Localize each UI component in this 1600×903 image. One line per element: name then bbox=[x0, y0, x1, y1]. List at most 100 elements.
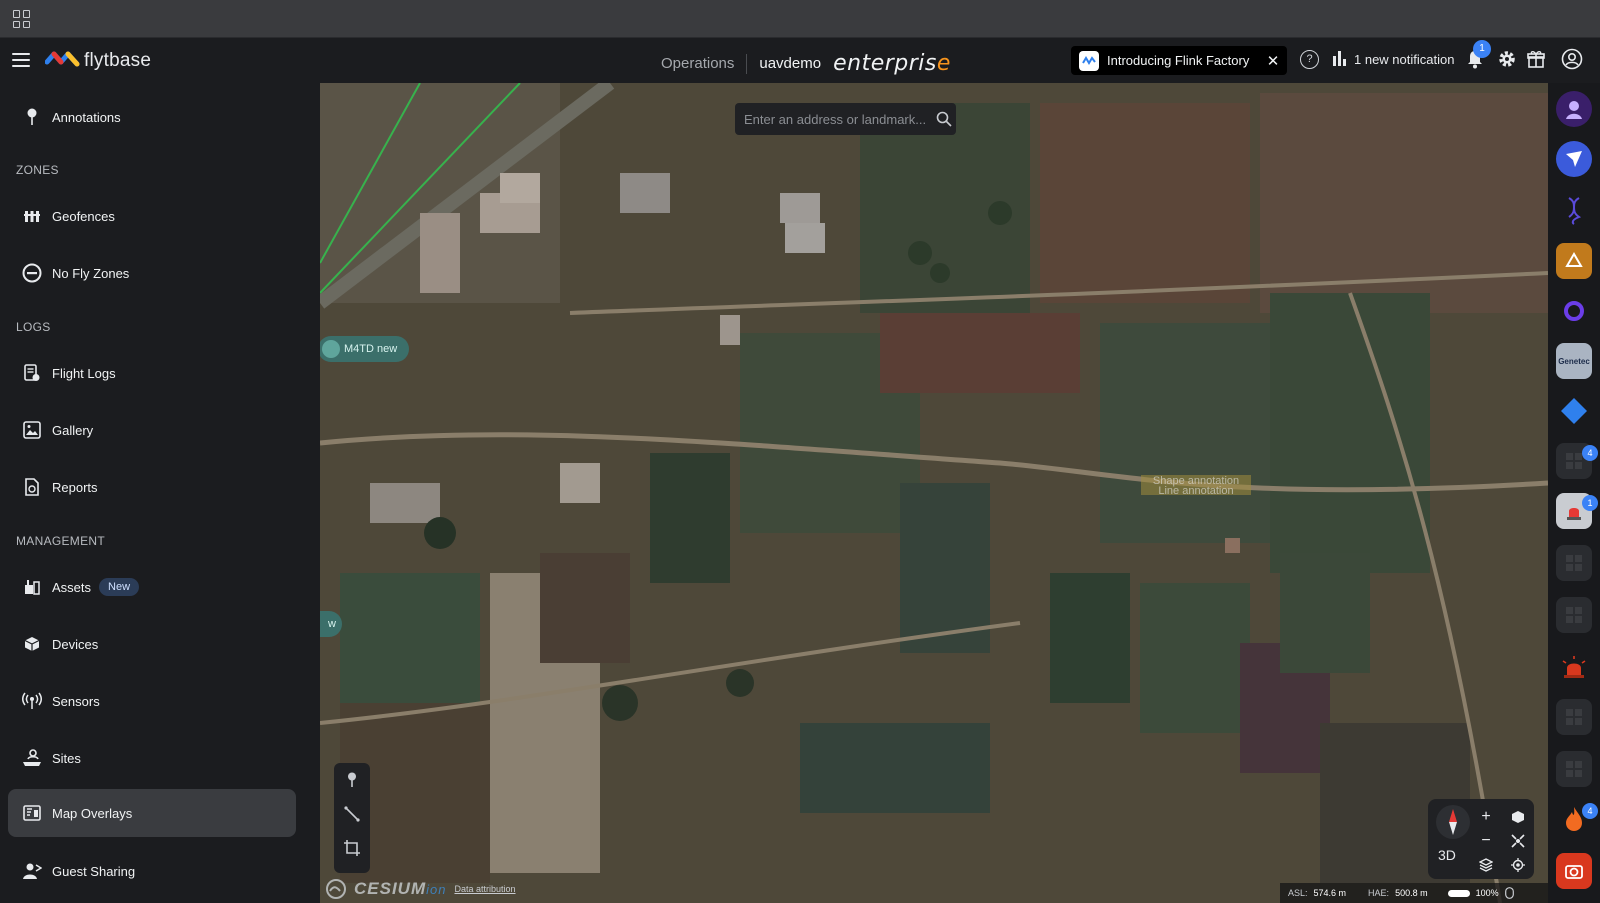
asset-marker-label: w bbox=[328, 618, 336, 630]
ring-logo-icon[interactable] bbox=[1556, 293, 1592, 329]
cesium-attribution: CESIUMion Data attribution bbox=[326, 879, 516, 899]
sidebar-item-assets[interactable]: Assets New bbox=[8, 563, 296, 611]
sidebar-item-annotations[interactable]: Annotations bbox=[8, 93, 296, 141]
draw-line-icon[interactable] bbox=[334, 797, 370, 831]
guest-share-icon bbox=[22, 861, 42, 881]
search-input[interactable]: Enter an address or landmark... bbox=[744, 112, 932, 127]
annotation-label[interactable]: Shape annotation Line annotation bbox=[1141, 475, 1251, 497]
sidebar-item-geofences[interactable]: Geofences bbox=[8, 192, 296, 240]
gear-icon[interactable] bbox=[1497, 49, 1517, 69]
satellite-imagery bbox=[320, 83, 1548, 903]
sidebar-item-label: Map Overlays bbox=[52, 805, 133, 821]
user-avatar-icon[interactable] bbox=[1561, 48, 1583, 70]
send-plane-icon[interactable] bbox=[1556, 141, 1592, 177]
geofence-icon bbox=[22, 206, 42, 226]
draw-marker-icon[interactable] bbox=[334, 763, 370, 797]
sidebar-item-map-overlays[interactable]: Map Overlays bbox=[8, 789, 296, 837]
genetec-logo-icon[interactable]: Genetec bbox=[1556, 343, 1592, 379]
search-icon[interactable] bbox=[932, 111, 956, 127]
org-name[interactable]: uavdemo bbox=[759, 55, 821, 72]
integration-placeholder-icon[interactable] bbox=[1556, 545, 1592, 581]
locate-icon[interactable] bbox=[1508, 855, 1528, 875]
no-entry-icon bbox=[22, 263, 42, 283]
flytbase-mark-icon bbox=[45, 51, 80, 67]
sidebar-item-label: Guest Sharing bbox=[52, 863, 136, 879]
3d-cube-icon[interactable] bbox=[1508, 807, 1528, 827]
section-heading-logs: LOGS bbox=[16, 320, 51, 334]
brand-name: flytbase bbox=[84, 50, 152, 71]
diamond-logo-icon[interactable] bbox=[1556, 393, 1592, 429]
gift-icon[interactable] bbox=[1526, 49, 1546, 69]
data-attribution-link[interactable]: Data attribution bbox=[454, 884, 515, 894]
notification-summary[interactable]: 1 new notification bbox=[1354, 52, 1454, 67]
rail-count-badge: 4 bbox=[1582, 445, 1598, 461]
draw-polygon-icon[interactable] bbox=[334, 831, 370, 865]
sidebar-item-label: Annotations bbox=[52, 109, 121, 125]
context-nav: Operations uavdemo enterprise bbox=[661, 51, 951, 76]
asl-value: 574.6 m bbox=[1313, 888, 1347, 898]
asset-marker[interactable]: M4TD new bbox=[320, 336, 410, 362]
3d-mode-toggle[interactable]: 3D bbox=[1438, 847, 1456, 863]
hae-value: 500.8 m bbox=[1395, 888, 1428, 898]
camera-alert-icon[interactable] bbox=[1556, 853, 1592, 889]
fit-extent-icon[interactable] bbox=[1508, 831, 1528, 851]
integrations-rail: Genetec 4 1 4 bbox=[1548, 83, 1600, 903]
image-icon bbox=[22, 420, 42, 440]
flight-log-icon bbox=[22, 363, 42, 383]
cesium-brand: CESIUMion bbox=[354, 879, 446, 899]
operations-link[interactable]: Operations bbox=[661, 55, 734, 72]
close-icon[interactable]: ✕ bbox=[1259, 52, 1287, 70]
antenna-icon bbox=[22, 691, 42, 711]
tier-accent-letter: e bbox=[936, 51, 951, 76]
app-header: flytbase Operations uavdemo enterprise I… bbox=[0, 38, 1600, 83]
sidebar-item-reports[interactable]: Reports bbox=[8, 463, 296, 511]
location-pin-icon bbox=[322, 340, 340, 358]
sidebar-item-label: Sensors bbox=[52, 693, 100, 709]
promo-text: Introducing Flink Factory bbox=[1107, 53, 1250, 68]
integration-placeholder-icon[interactable] bbox=[1556, 699, 1592, 735]
integration-placeholder-icon[interactable] bbox=[1556, 597, 1592, 633]
sidebar-item-label: No Fly Zones bbox=[52, 265, 130, 281]
dna-icon[interactable] bbox=[1556, 193, 1592, 229]
cesium-brand-text: CESIUM bbox=[354, 879, 427, 898]
map-viewport[interactable]: Enter an address or landmark... M4TD new… bbox=[320, 83, 1548, 903]
integration-avatar-icon[interactable] bbox=[1556, 91, 1592, 127]
divider bbox=[746, 53, 748, 74]
sidebar-item-devices[interactable]: Devices bbox=[8, 620, 296, 668]
alarm-light-icon[interactable] bbox=[1556, 649, 1592, 685]
section-heading-zones: ZONES bbox=[16, 163, 59, 177]
sidebar: Annotations ZONES Geofences No Fly Zones… bbox=[0, 83, 320, 903]
map-overlay-icon bbox=[22, 803, 42, 823]
mouse-icon bbox=[1504, 887, 1514, 899]
cesium-ion-text: ion bbox=[426, 882, 447, 897]
sidebar-item-label: Assets bbox=[52, 579, 92, 595]
sidebar-item-guest-sharing[interactable]: Guest Sharing bbox=[8, 847, 296, 895]
sidebar-item-no-fly-zones[interactable]: No Fly Zones bbox=[8, 249, 296, 297]
zoom-percent: 100% bbox=[1475, 888, 1499, 898]
layers-icon[interactable] bbox=[1476, 855, 1496, 875]
compass-icon[interactable] bbox=[1436, 805, 1470, 839]
sidebar-item-label: Sites bbox=[52, 750, 81, 766]
zoom-in-button[interactable]: + bbox=[1476, 807, 1496, 827]
menu-icon[interactable] bbox=[12, 53, 30, 67]
sidebar-item-sensors[interactable]: Sensors bbox=[8, 677, 296, 725]
promo-banner[interactable]: Introducing Flink Factory ✕ bbox=[1071, 46, 1287, 75]
sidebar-item-gallery[interactable]: Gallery bbox=[8, 406, 296, 454]
sidebar-item-sites[interactable]: Sites bbox=[8, 734, 296, 782]
app-grid-icon[interactable] bbox=[13, 10, 31, 28]
sidebar-item-label: Devices bbox=[52, 636, 99, 652]
asl-label: ASL: bbox=[1288, 888, 1308, 898]
notification-count-badge: 1 bbox=[1473, 40, 1491, 58]
asset-icon bbox=[22, 577, 42, 597]
section-heading-management: MANAGEMENT bbox=[16, 534, 106, 548]
integration-placeholder-icon[interactable] bbox=[1556, 751, 1592, 787]
sidebar-item-flight-logs[interactable]: Flight Logs bbox=[8, 349, 296, 397]
address-search[interactable]: Enter an address or landmark... bbox=[735, 103, 956, 135]
tier-badge: enterprise bbox=[833, 51, 951, 76]
rail-count-badge: 1 bbox=[1582, 495, 1598, 511]
help-icon[interactable]: ? bbox=[1300, 50, 1319, 69]
flytbase-logo[interactable]: flytbase bbox=[45, 50, 151, 72]
hexagon-logo-icon[interactable] bbox=[1556, 243, 1592, 279]
flink-logo-icon bbox=[1079, 50, 1099, 71]
zoom-out-button[interactable]: − bbox=[1476, 831, 1496, 851]
